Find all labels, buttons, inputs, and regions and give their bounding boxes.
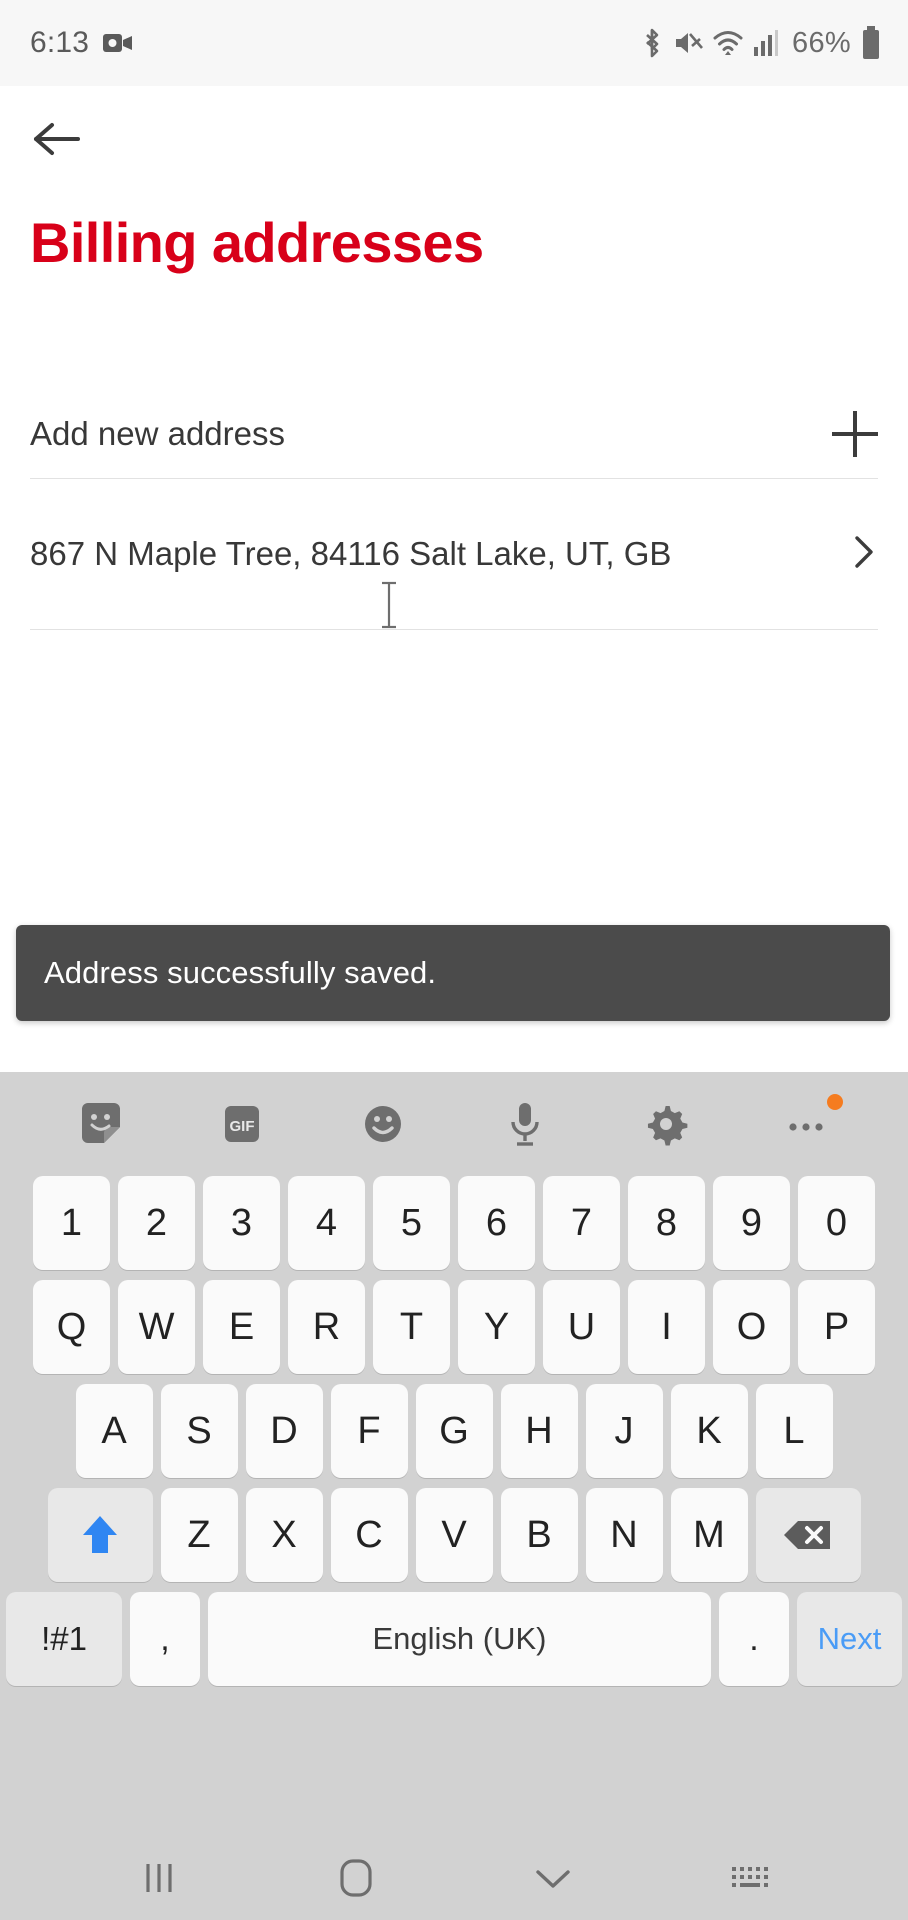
key-h[interactable]: H [500,1384,578,1478]
key-v[interactable]: V [415,1488,493,1582]
microphone-icon[interactable] [483,1082,567,1166]
key-s[interactable]: S [160,1384,238,1478]
backspace-key[interactable] [755,1488,861,1582]
mute-icon [673,28,704,58]
key-c[interactable]: C [330,1488,408,1582]
battery-percent-label: 66% [792,26,851,59]
page-title: Billing addresses [30,211,484,274]
chevron-right-icon[interactable] [850,530,878,579]
symbols-key[interactable]: !#1 [6,1592,122,1686]
wifi-icon [712,29,744,57]
back-arrow-icon [32,119,82,164]
key-9[interactable]: 9 [713,1176,790,1270]
app-bar [0,86,908,196]
key-e[interactable]: E [203,1280,280,1374]
key-w[interactable]: W [118,1280,195,1374]
key-2[interactable]: 2 [118,1176,195,1270]
keyboard-rows: 1 2 3 4 5 6 7 8 9 0 Q W E R T Y U I O P … [0,1176,908,1686]
keyboard-toolbar: GIF [0,1072,908,1176]
keyboard-row-home: A S D F G H J K L [6,1384,902,1478]
text-cursor-icon [378,580,400,630]
sticker-icon[interactable] [59,1082,143,1166]
toast-message: Address successfully saved. [44,955,437,990]
period-key[interactable]: . [719,1592,789,1686]
key-o[interactable]: O [713,1280,790,1374]
recents-button[interactable] [119,1850,199,1910]
recents-icon [142,1858,176,1903]
plus-icon[interactable] [832,411,878,457]
cellular-signal-icon [753,29,779,57]
address-row[interactable]: 867 N Maple Tree, 84116 Salt Lake, UT, G… [0,479,908,629]
bluetooth-icon [640,27,664,59]
key-x[interactable]: X [245,1488,323,1582]
hide-keyboard-icon [532,1863,574,1898]
key-d[interactable]: D [245,1384,323,1478]
battery-icon [860,26,882,60]
shift-icon [83,1516,117,1553]
gif-icon[interactable]: GIF [200,1082,284,1166]
key-3[interactable]: 3 [203,1176,280,1270]
list-divider [30,629,878,630]
key-4[interactable]: 4 [288,1176,365,1270]
key-g[interactable]: G [415,1384,493,1478]
key-j[interactable]: J [585,1384,663,1478]
status-bar-right: 66% [640,26,882,60]
keyboard-switch-icon [728,1862,772,1899]
keyboard-row-top: Q W E R T Y U I O P [6,1280,902,1374]
home-icon [336,1856,376,1905]
emoji-icon[interactable] [341,1082,425,1166]
key-i[interactable]: I [628,1280,705,1374]
notification-badge-dot [827,1094,844,1110]
space-key[interactable]: English (UK) [208,1592,711,1686]
on-screen-keyboard: G I F 1 2 3 4 5 6 7 8 9 0 Q W E R T Y U I … [0,1072,908,1840]
toast-snackbar: Address successfully saved. [16,925,890,1021]
key-1[interactable]: 1 [33,1176,110,1270]
status-bar-left: 6:13 [30,26,133,60]
status-bar-clock: 6:13 [30,26,90,59]
key-f[interactable]: F [330,1384,408,1478]
key-7[interactable]: 7 [543,1176,620,1270]
keyboard-row-space: !#1 , English (UK) . Next [6,1592,902,1686]
key-k[interactable]: K [670,1384,748,1478]
svg-text:GIF: GIF [229,1118,254,1135]
keyboard-switch-button[interactable] [710,1850,790,1910]
key-z[interactable]: Z [160,1488,238,1582]
keyboard-row-numbers: 1 2 3 4 5 6 7 8 9 0 [6,1176,902,1270]
address-label: 867 N Maple Tree, 84116 Salt Lake, UT, G… [30,534,672,572]
key-r[interactable]: R [288,1280,365,1374]
comma-key[interactable]: , [130,1592,200,1686]
key-l[interactable]: L [755,1384,833,1478]
key-0[interactable]: 0 [798,1176,875,1270]
status-bar: 6:13 66% [0,0,908,86]
key-a[interactable]: A [75,1384,153,1478]
key-q[interactable]: Q [33,1280,110,1374]
shift-key[interactable] [47,1488,153,1582]
key-u[interactable]: U [543,1280,620,1374]
key-p[interactable]: P [798,1280,875,1374]
add-new-address-row[interactable]: Add new address [0,390,908,478]
add-new-address-label: Add new address [30,414,285,452]
more-options-icon[interactable] [765,1082,849,1166]
key-b[interactable]: B [500,1488,578,1582]
backspace-icon [784,1521,830,1549]
key-8[interactable]: 8 [628,1176,705,1270]
key-5[interactable]: 5 [373,1176,450,1270]
billing-address-list: Add new address 867 N Maple Tree, 84116 … [0,390,908,630]
hide-keyboard-button[interactable] [513,1850,593,1910]
key-6[interactable]: 6 [458,1176,535,1270]
key-t[interactable]: T [373,1280,450,1374]
key-y[interactable]: Y [458,1280,535,1374]
settings-gear-icon[interactable] [624,1082,708,1166]
enter-next-key[interactable]: Next [797,1592,902,1686]
video-recording-icon [103,32,133,54]
key-m[interactable]: M [670,1488,748,1582]
system-navigation-bar [0,1840,908,1920]
back-button[interactable] [20,104,94,178]
home-button[interactable] [316,1850,396,1910]
key-n[interactable]: N [585,1488,663,1582]
keyboard-row-bottom: Z X C V B N M [6,1488,902,1582]
